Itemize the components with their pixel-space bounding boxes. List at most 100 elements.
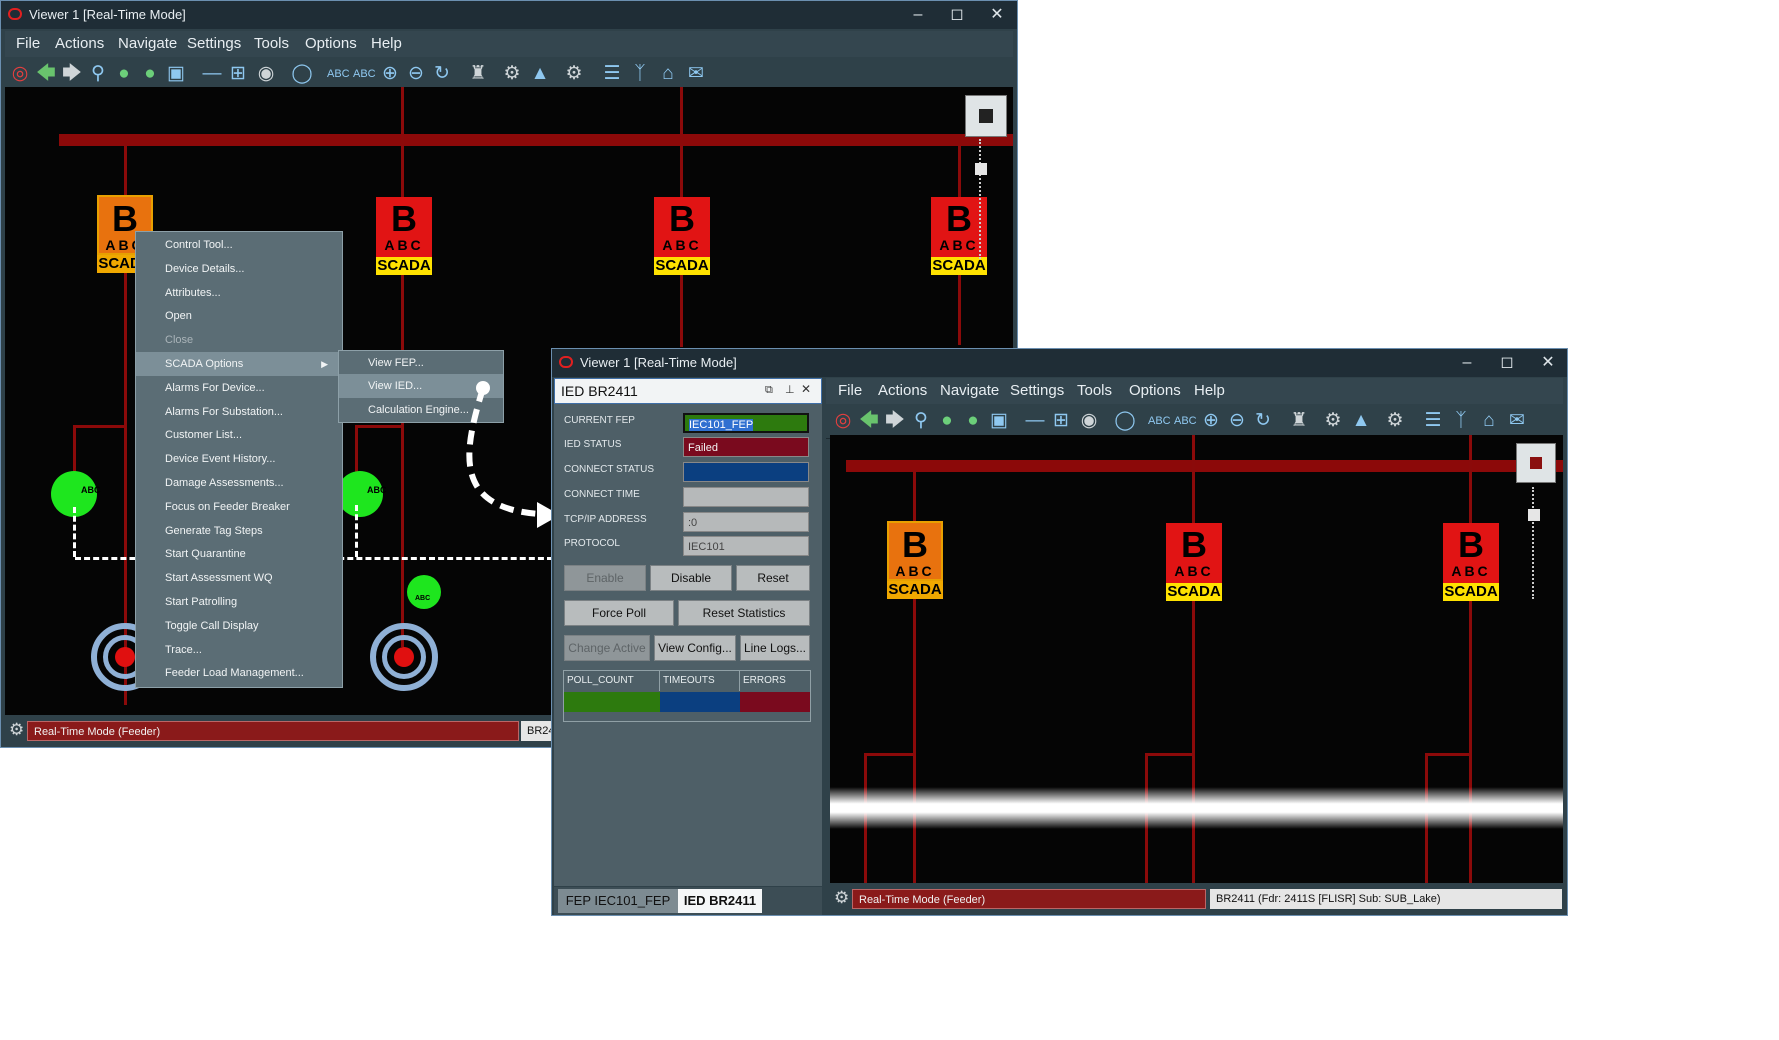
- menu-item-device-details[interactable]: Device Details...: [136, 257, 342, 281]
- minimize-button[interactable]: –: [898, 1, 938, 29]
- target-icon[interactable]: ◎: [832, 410, 854, 432]
- tree-icon[interactable]: ᛉ: [629, 63, 651, 85]
- menu-item-open[interactable]: Open: [136, 304, 342, 328]
- tree-icon[interactable]: ᛉ: [1450, 410, 1472, 432]
- chat-icon[interactable]: ✉: [685, 63, 707, 85]
- label-remove-icon[interactable]: ABC: [353, 63, 376, 85]
- label-remove-icon[interactable]: ABC: [1174, 410, 1197, 432]
- graduation-cap-icon[interactable]: ▲: [1350, 410, 1372, 432]
- menu-item-feeder-load-management[interactable]: Feeder Load Management...: [136, 661, 342, 685]
- menu-item-device-event-history[interactable]: Device Event History...: [136, 447, 342, 471]
- globe-add-icon[interactable]: ●: [936, 410, 958, 432]
- navigation-pad[interactable]: [965, 95, 1007, 137]
- pin-icon[interactable]: ⊥: [785, 383, 795, 396]
- search-icon[interactable]: ⚲: [87, 63, 109, 85]
- chat-icon[interactable]: ✉: [1506, 410, 1528, 432]
- forward-arrow-icon[interactable]: 🡆: [884, 410, 906, 432]
- zoom-handle[interactable]: [1528, 509, 1540, 521]
- back-arrow-icon[interactable]: 🡄: [858, 410, 880, 432]
- menu-item-start-assessment-wq[interactable]: Start Assessment WQ: [136, 566, 342, 590]
- eye-icon[interactable]: ◯: [1114, 410, 1136, 432]
- scada-breaker[interactable]: B ABC SCADA: [654, 197, 710, 275]
- menu-tools[interactable]: Tools: [254, 35, 289, 52]
- home-icon[interactable]: ⌂: [657, 63, 679, 85]
- zoom-in-icon[interactable]: ⊕: [379, 63, 401, 85]
- refresh-labels-icon[interactable]: ↻: [431, 63, 453, 85]
- zoom-in-icon[interactable]: ⊕: [1200, 410, 1222, 432]
- label-add-icon[interactable]: ABC: [327, 63, 350, 85]
- scada-breaker[interactable]: B ABC SCADA: [376, 197, 432, 275]
- maximize-button[interactable]: ◻: [1487, 349, 1527, 377]
- eye-icon[interactable]: ◯: [291, 63, 313, 85]
- menu-item-alarms-substation[interactable]: Alarms For Substation...: [136, 400, 342, 424]
- view-config-button[interactable]: View Config...: [654, 635, 736, 661]
- maximize-button[interactable]: ◻: [937, 1, 977, 29]
- menu-item-scada-options[interactable]: SCADA Options ▶: [136, 352, 342, 376]
- menu-item-start-patrolling[interactable]: Start Patrolling: [136, 590, 342, 614]
- scada-breaker-selected[interactable]: B ABC SCADA: [887, 521, 943, 599]
- submenu-item-view-fep[interactable]: View FEP...: [339, 351, 503, 375]
- pan-center-icon[interactable]: [1530, 457, 1542, 469]
- refresh-labels-icon[interactable]: ↻: [1252, 410, 1274, 432]
- camera-icon[interactable]: ▣: [165, 63, 187, 85]
- menu-item-customer-list[interactable]: Customer List...: [136, 423, 342, 447]
- settings-gears-icon[interactable]: ⚙: [563, 63, 585, 85]
- settings-gears-icon[interactable]: ⚙: [1384, 410, 1406, 432]
- menu-item-toggle-call-display[interactable]: Toggle Call Display: [136, 614, 342, 638]
- close-icon[interactable]: ✕: [801, 382, 811, 396]
- close-button[interactable]: ✕: [1528, 349, 1568, 377]
- graduation-cap-icon[interactable]: ▲: [529, 63, 551, 85]
- zoom-handle[interactable]: [975, 163, 987, 175]
- gear-icon[interactable]: ⚙: [9, 720, 24, 740]
- menu-file[interactable]: File: [16, 35, 40, 52]
- transformer-device[interactable]: [370, 623, 438, 691]
- menu-file[interactable]: File: [838, 382, 862, 399]
- list-icon[interactable]: ☰: [1422, 410, 1444, 432]
- menu-navigate[interactable]: Navigate: [118, 35, 177, 52]
- hierarchy-icon[interactable]: ⊞: [227, 63, 249, 85]
- forward-arrow-icon[interactable]: 🡆: [61, 63, 83, 85]
- camera-icon[interactable]: ▣: [988, 410, 1010, 432]
- scada-breaker[interactable]: B ABC SCADA: [1443, 523, 1499, 601]
- field-value-current-fep[interactable]: IEC101_FEP: [683, 413, 809, 433]
- world-icon[interactable]: ◉: [1078, 410, 1100, 432]
- hierarchy-icon[interactable]: ⊞: [1050, 410, 1072, 432]
- chess-icon[interactable]: ♜: [467, 63, 489, 85]
- link-icon[interactable]: —: [1024, 410, 1046, 432]
- gear-icon[interactable]: ⚙: [501, 63, 523, 85]
- menu-item-alarms-device[interactable]: Alarms For Device...: [136, 376, 342, 400]
- tab-fep[interactable]: FEP IEC101_FEP: [558, 889, 678, 913]
- link-icon[interactable]: —: [201, 63, 223, 85]
- chess-icon[interactable]: ♜: [1288, 410, 1310, 432]
- reset-button[interactable]: Reset: [736, 565, 810, 591]
- force-poll-button[interactable]: Force Poll: [564, 600, 674, 626]
- back-arrow-icon[interactable]: 🡄: [35, 63, 57, 85]
- list-icon[interactable]: ☰: [601, 63, 623, 85]
- search-icon[interactable]: ⚲: [910, 410, 932, 432]
- menu-settings[interactable]: Settings: [187, 35, 241, 52]
- menu-tools[interactable]: Tools: [1077, 382, 1112, 399]
- globe-add-icon[interactable]: ●: [113, 63, 135, 85]
- reset-statistics-button[interactable]: Reset Statistics: [678, 600, 810, 626]
- label-add-icon[interactable]: ABC: [1148, 410, 1171, 432]
- globe-remove-icon[interactable]: ●: [962, 410, 984, 432]
- gear-icon[interactable]: ⚙: [1322, 410, 1344, 432]
- menu-navigate[interactable]: Navigate: [940, 382, 999, 399]
- minimize-button[interactable]: –: [1447, 349, 1487, 377]
- navigation-pad[interactable]: [1516, 443, 1556, 483]
- disable-button[interactable]: Disable: [650, 565, 732, 591]
- globe-remove-icon[interactable]: ●: [139, 63, 161, 85]
- tab-ied[interactable]: IED BR2411: [678, 889, 762, 913]
- menu-actions[interactable]: Actions: [878, 382, 927, 399]
- gear-icon[interactable]: ⚙: [834, 888, 849, 908]
- menu-help[interactable]: Help: [1194, 382, 1225, 399]
- zoom-slider[interactable]: [975, 139, 993, 259]
- zoom-out-icon[interactable]: ⊖: [1226, 410, 1248, 432]
- map-canvas[interactable]: B ABC SCADA B ABC SCADA B ABC SCADA: [830, 435, 1563, 883]
- scada-breaker[interactable]: B ABC SCADA: [1166, 523, 1222, 601]
- pan-center-icon[interactable]: [979, 109, 993, 123]
- home-icon[interactable]: ⌂: [1478, 410, 1500, 432]
- target-icon[interactable]: ◎: [9, 63, 31, 85]
- menu-item-start-quarantine[interactable]: Start Quarantine: [136, 542, 342, 566]
- line-logs-button[interactable]: Line Logs...: [740, 635, 810, 661]
